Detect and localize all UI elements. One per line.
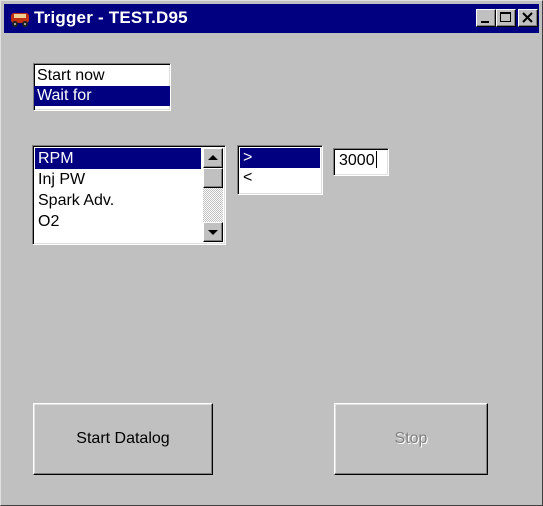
operator-listbox[interactable]: > < <box>237 145 323 195</box>
parameter-item-o2[interactable]: O2 <box>35 211 201 232</box>
parameter-listbox[interactable]: RPM Inj PW Spark Adv. O2 <box>32 145 226 245</box>
car-app-icon[interactable] <box>10 10 30 28</box>
scroll-down-button[interactable] <box>203 222 223 242</box>
operator-item-less[interactable]: < <box>240 168 322 188</box>
parameter-item-rpm[interactable]: RPM <box>35 148 201 169</box>
scroll-thumb[interactable] <box>203 168 223 188</box>
parameter-item-spark-adv[interactable]: Spark Adv. <box>35 190 201 211</box>
close-button[interactable] <box>518 9 538 27</box>
threshold-input[interactable]: 3000 <box>333 148 389 176</box>
parameter-item-inj-pw[interactable]: Inj PW <box>35 169 201 190</box>
minimize-icon <box>481 21 489 23</box>
scroll-up-button[interactable] <box>203 148 223 168</box>
trigger-window: Trigger - TEST.D95 Start now Wait for RP… <box>0 0 543 506</box>
close-icon <box>522 12 533 23</box>
start-datalog-button[interactable]: Start Datalog <box>33 403 213 475</box>
mode-item-start-now[interactable]: Start now <box>34 66 170 86</box>
mode-listbox[interactable]: Start now Wait for <box>33 63 171 111</box>
arrow-up-icon <box>208 155 218 160</box>
arrow-down-icon <box>208 230 218 235</box>
threshold-value: 3000 <box>339 152 375 169</box>
mode-item-wait-for[interactable]: Wait for <box>34 86 170 106</box>
window-title: Trigger - TEST.D95 <box>34 8 188 27</box>
maximize-button[interactable] <box>496 9 516 27</box>
operator-item-greater[interactable]: > <box>240 148 320 168</box>
stop-button[interactable]: Stop <box>334 403 488 475</box>
maximize-icon <box>500 12 511 22</box>
minimize-button[interactable] <box>476 9 496 27</box>
text-caret <box>375 151 377 168</box>
title-bar[interactable]: Trigger - TEST.D95 <box>4 4 539 33</box>
parameter-scrollbar[interactable] <box>203 148 223 242</box>
